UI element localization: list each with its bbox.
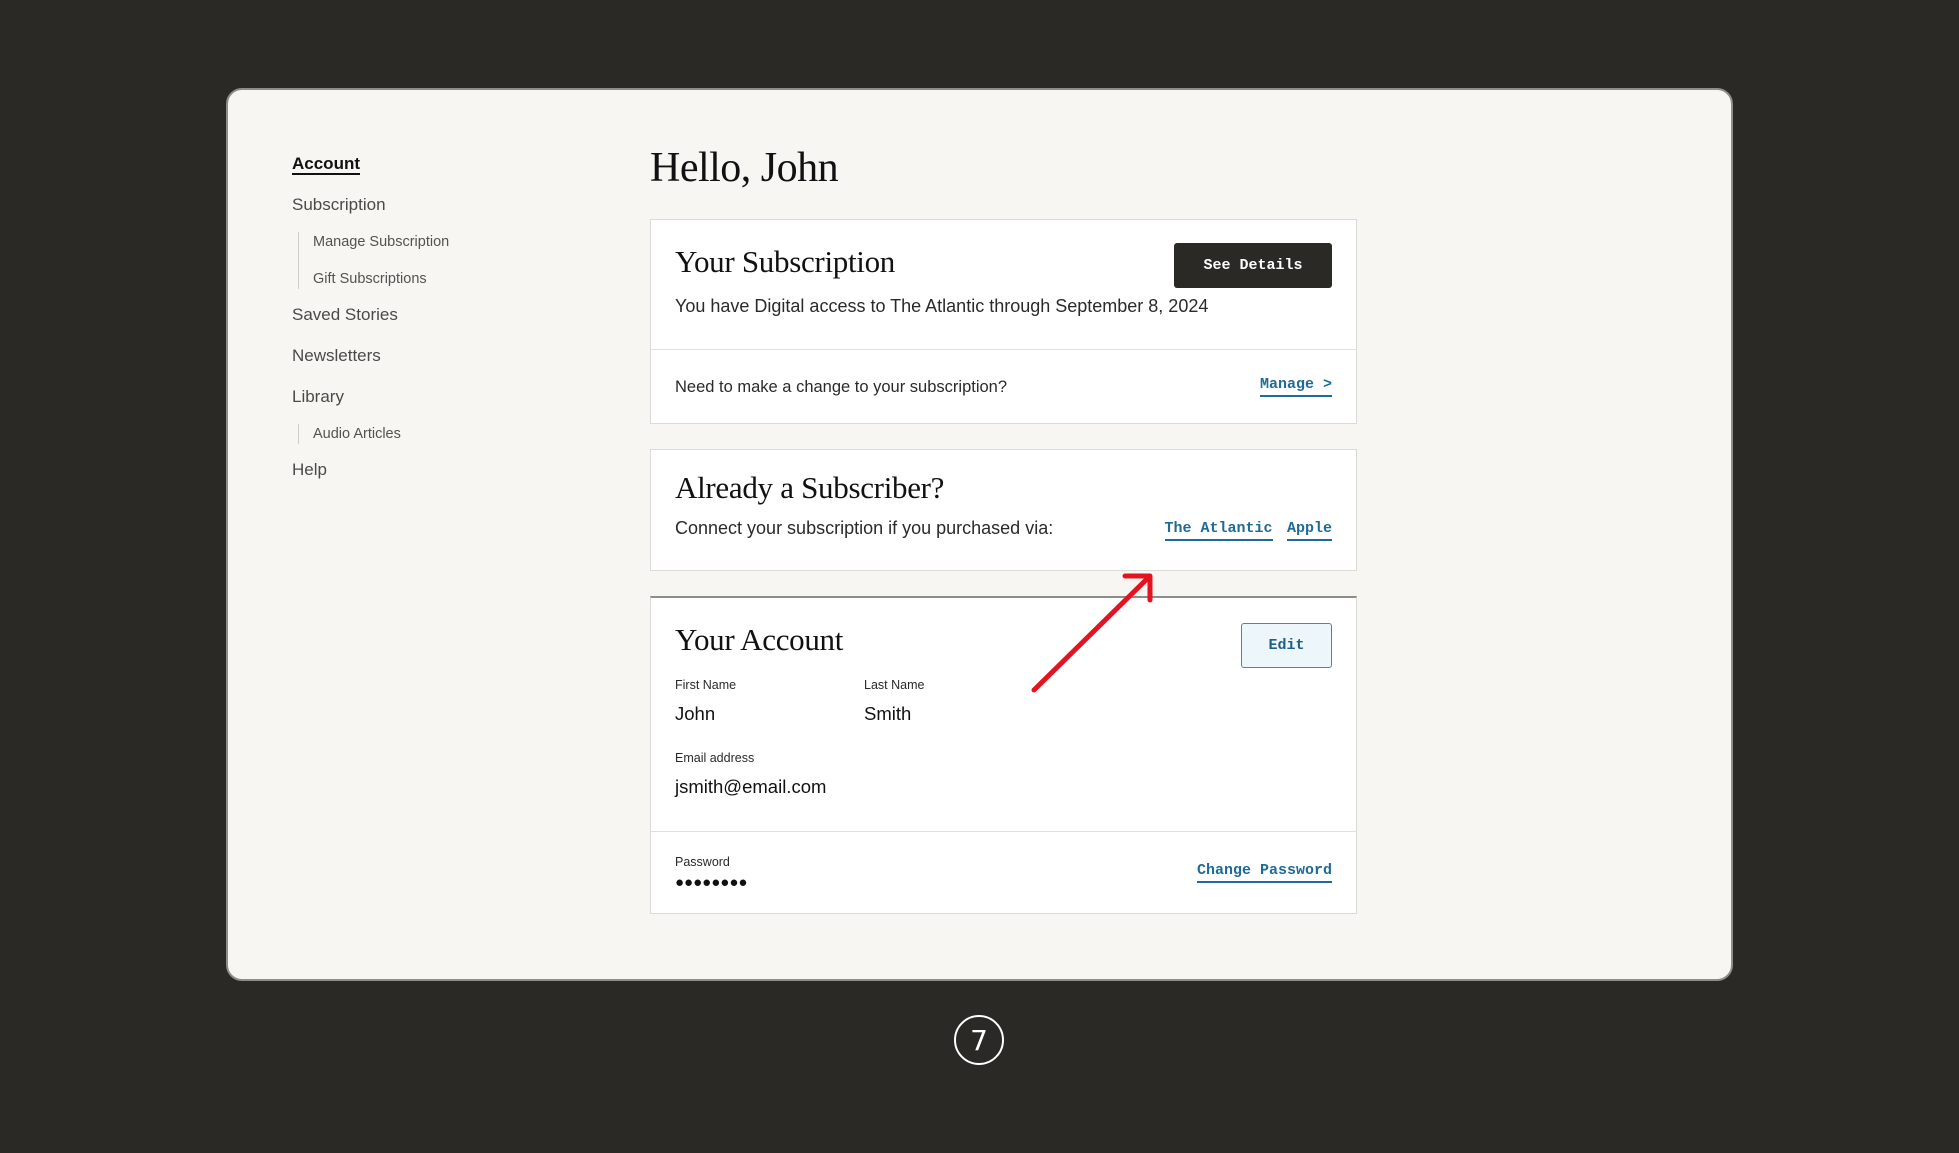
first-name-field: First Name John <box>675 678 864 725</box>
account-title: Your Account <box>675 622 844 657</box>
sidebar-item-manage-subscription[interactable]: Manage Subscription <box>313 232 552 252</box>
already-subscriber-title: Already a Subscriber? <box>675 470 945 505</box>
step-number-badge: 7 <box>954 1015 1004 1065</box>
provider-link-the-atlantic[interactable]: The Atlantic <box>1164 520 1273 541</box>
account-card: Your Account Edit First Name John Last N… <box>650 596 1357 914</box>
password-mask: ●●●●●●●● <box>675 873 748 891</box>
connect-text: Connect your subscription if you purchas… <box>675 518 1054 538</box>
last-name-field: Last Name Smith <box>864 678 924 725</box>
password-label: Password <box>675 854 730 869</box>
provider-link-apple[interactable]: Apple <box>1286 520 1332 541</box>
password-row: Password ●●●●●●●● Change Password <box>651 831 1356 913</box>
account-sidebar: Account Subscription Manage Subscription… <box>292 154 552 501</box>
subscription-summary: Your Subscription See Details You have D… <box>651 220 1356 349</box>
last-name-label: Last Name <box>864 678 925 692</box>
sidebar-item-saved-stories[interactable]: Saved Stories <box>292 305 552 325</box>
first-name-value: John <box>675 703 716 724</box>
last-name-value: Smith <box>864 703 912 724</box>
library-submenu: Audio Articles <box>298 424 552 444</box>
app-window: Account Subscription Manage Subscription… <box>226 88 1733 981</box>
name-fields: First Name John Last Name Smith <box>675 678 1332 725</box>
already-subscriber-card: Already a Subscriber? Connect your subsc… <box>650 449 1357 571</box>
sidebar-item-subscription[interactable]: Subscription <box>292 195 552 215</box>
password-field: Password ●●●●●●●● <box>675 855 747 891</box>
change-password-link[interactable]: Change Password <box>1196 862 1332 883</box>
account-main: Hello, John Your Subscription See Detail… <box>650 144 1357 939</box>
email-value: jsmith@email.com <box>675 776 827 797</box>
email-label: Email address <box>675 751 755 765</box>
subscription-access-text: You have Digital access to The Atlantic … <box>675 296 1209 316</box>
connect-row: Connect your subscription if you purchas… <box>675 516 1332 541</box>
account-details: Your Account Edit First Name John Last N… <box>651 598 1356 831</box>
subscription-change-prompt: Need to make a change to your subscripti… <box>675 377 1008 396</box>
sidebar-item-gift-subscriptions[interactable]: Gift Subscriptions <box>313 269 552 289</box>
subscription-submenu: Manage Subscription Gift Subscriptions <box>298 232 552 289</box>
subscription-card: Your Subscription See Details You have D… <box>650 219 1357 424</box>
sidebar-item-audio-articles[interactable]: Audio Articles <box>313 424 552 444</box>
already-subscriber-section: Already a Subscriber? Connect your subsc… <box>651 450 1356 564</box>
page-title: Hello, John <box>650 145 839 191</box>
see-details-button[interactable]: See Details <box>1174 243 1332 288</box>
manage-link[interactable]: Manage > <box>1259 376 1332 397</box>
edit-account-button[interactable]: Edit <box>1241 623 1332 668</box>
email-field: Email address jsmith@email.com <box>675 751 1332 798</box>
provider-links: The Atlantic Apple <box>1164 519 1332 541</box>
subscription-change-row: Need to make a change to your subscripti… <box>651 349 1356 423</box>
first-name-label: First Name <box>675 678 737 692</box>
sidebar-item-newsletters[interactable]: Newsletters <box>292 346 552 366</box>
sidebar-item-help[interactable]: Help <box>292 460 552 480</box>
sidebar-item-library[interactable]: Library <box>292 387 552 407</box>
sidebar-item-account[interactable]: Account <box>292 154 552 174</box>
